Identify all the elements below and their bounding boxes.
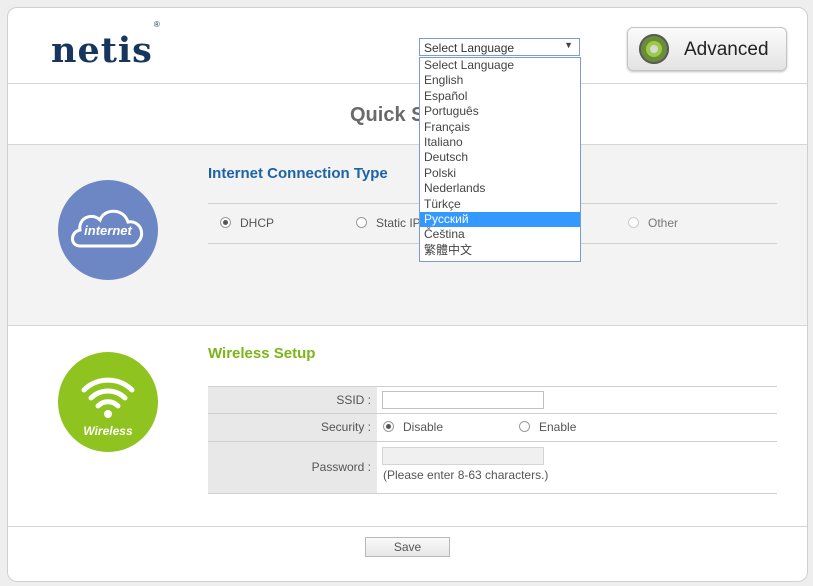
advanced-button-label: Advanced — [684, 39, 769, 60]
wireless-icon: Wireless — [58, 352, 158, 452]
dhcp-label: DHCP — [240, 216, 275, 230]
language-option[interactable]: Português — [420, 104, 580, 119]
static-ip-label: Static IP — [376, 216, 421, 230]
setup-card: netis® Select Language ▼ Advanced Quick … — [7, 7, 808, 582]
internet-section-title: Internet Connection Type — [208, 165, 388, 182]
security-enable-radio[interactable] — [519, 421, 530, 432]
gear-icon — [639, 34, 669, 64]
language-select[interactable]: Select Language ▼ — [419, 38, 580, 56]
password-label: Password : — [208, 442, 377, 493]
language-option[interactable]: English — [420, 73, 580, 88]
security-disable-radio[interactable] — [383, 421, 394, 432]
other-label: Other — [648, 216, 679, 230]
language-dropdown-list: Select Language English Español Portuguê… — [419, 57, 581, 262]
wireless-icon-label: Wireless — [83, 424, 133, 438]
advanced-button[interactable]: Advanced — [627, 27, 787, 71]
netis-logo: netis® — [51, 20, 161, 71]
ssid-label: SSID : — [208, 387, 377, 413]
language-option[interactable]: Türkçe — [420, 197, 580, 212]
security-enable-label: Enable — [539, 420, 577, 434]
ssid-input[interactable] — [382, 391, 544, 409]
header: netis® Select Language ▼ Advanced — [8, 8, 807, 84]
internet-connection-section: internet Internet Connection Type DHCP S… — [8, 145, 807, 326]
language-option[interactable]: Čeština — [420, 227, 580, 242]
internet-icon: internet — [58, 180, 158, 280]
password-hint: (Please enter 8-63 characters.) — [383, 468, 549, 482]
language-option[interactable]: Polski — [420, 166, 580, 181]
other-radio[interactable] — [628, 217, 639, 228]
language-option[interactable]: 繁體中文 — [420, 243, 580, 258]
security-disable-label: Disable — [403, 420, 444, 434]
dhcp-radio[interactable] — [220, 217, 231, 228]
language-select-value: Select Language — [424, 41, 515, 55]
chevron-down-icon[interactable]: ▼ — [564, 40, 573, 50]
language-option[interactable]: Français — [420, 120, 580, 135]
language-option[interactable]: Nederlands — [420, 181, 580, 196]
wireless-setup-section: Wireless Wireless Setup SSID : Security … — [8, 326, 807, 527]
language-option[interactable]: Select Language — [420, 58, 580, 73]
language-option[interactable]: Italiano — [420, 135, 580, 150]
page-title-row: Quick S — [8, 84, 807, 145]
security-label: Security : — [208, 414, 377, 441]
divider — [208, 493, 777, 494]
static-ip-radio[interactable] — [356, 217, 367, 228]
language-option[interactable]: Deutsch — [420, 150, 580, 165]
language-option[interactable]: Español — [420, 89, 580, 104]
page-title: Quick S — [350, 104, 425, 126]
language-option-highlighted[interactable]: Русский — [420, 211, 580, 228]
password-input[interactable] — [382, 447, 544, 465]
internet-icon-label: internet — [84, 223, 132, 238]
save-button[interactable]: Save — [365, 537, 450, 557]
wireless-section-title: Wireless Setup — [208, 345, 316, 362]
